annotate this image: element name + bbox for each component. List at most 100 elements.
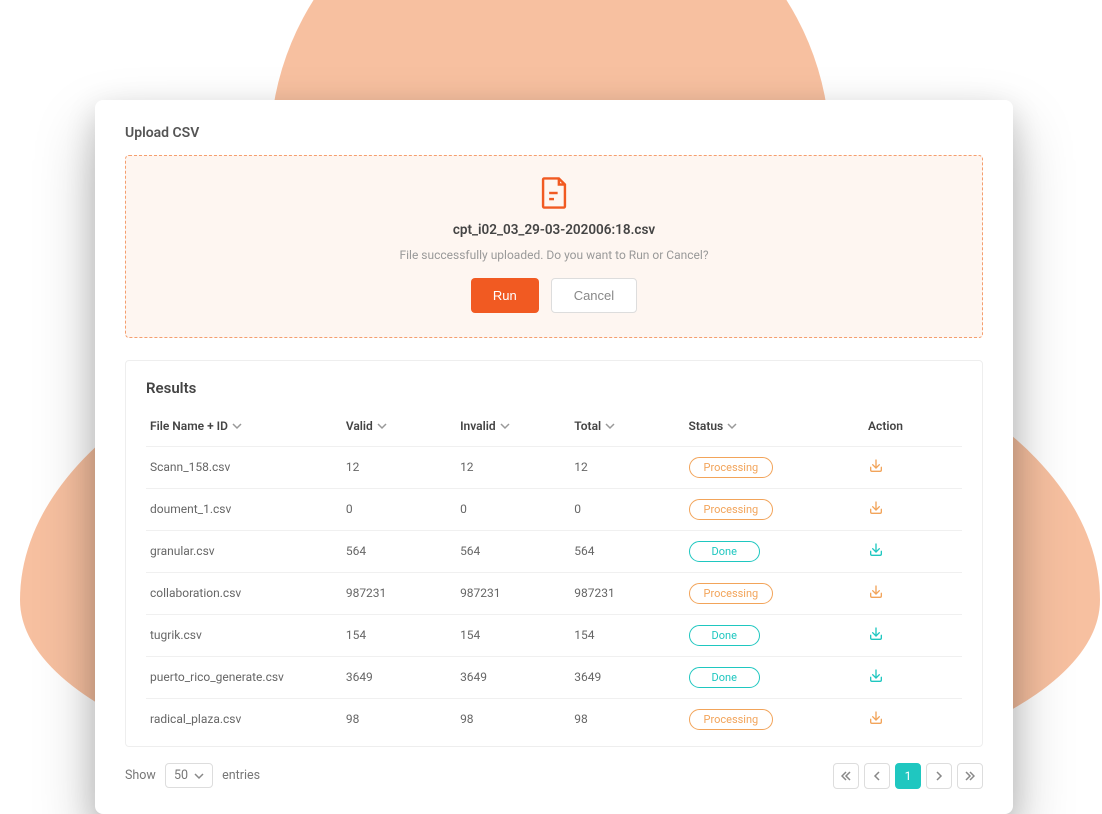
cell-valid: 564 [342, 530, 456, 572]
entries-label: entries [222, 768, 260, 783]
chevron-down-icon [605, 420, 615, 434]
col-invalid[interactable]: Invalid [456, 413, 570, 446]
download-icon[interactable] [868, 673, 884, 687]
main-card: Upload CSV cpt_i02_03_29-03-202006:18.cs… [95, 100, 1013, 814]
cell-action [864, 656, 962, 698]
status-badge: Processing [689, 499, 774, 520]
table-row: collaboration.csv987231987231987231Proce… [146, 572, 962, 614]
col-total[interactable]: Total [570, 413, 684, 446]
table-row: Scann_158.csv121212Processing [146, 446, 962, 488]
cell-filename: radical_plaza.csv [146, 698, 342, 740]
col-filename[interactable]: File Name + ID [146, 413, 342, 446]
status-badge: Processing [689, 457, 774, 478]
download-icon[interactable] [868, 505, 884, 519]
status-badge: Done [689, 667, 760, 688]
page-next-button[interactable] [926, 763, 952, 789]
results-title: Results [146, 379, 962, 397]
chevron-down-icon [232, 420, 242, 434]
cell-invalid: 3649 [456, 656, 570, 698]
page-prev-button[interactable] [864, 763, 890, 789]
cell-filename: collaboration.csv [146, 572, 342, 614]
table-row: radical_plaza.csv989898Processing [146, 698, 962, 740]
cell-status: Done [685, 614, 865, 656]
download-icon[interactable] [868, 547, 884, 561]
download-icon[interactable] [868, 463, 884, 477]
download-icon[interactable] [868, 631, 884, 645]
upload-message: File successfully uploaded. Do you want … [146, 248, 962, 262]
cell-status: Processing [685, 698, 865, 740]
cell-invalid: 98 [456, 698, 570, 740]
cell-valid: 12 [342, 446, 456, 488]
pagination: 1 [833, 763, 983, 789]
cell-status: Done [685, 530, 865, 572]
table-row: puerto_rico_generate.csv364936493649Done [146, 656, 962, 698]
cell-filename: puerto_rico_generate.csv [146, 656, 342, 698]
table-row: granular.csv564564564Done [146, 530, 962, 572]
cell-status: Processing [685, 488, 865, 530]
cell-total: 987231 [570, 572, 684, 614]
chevron-left-icon [872, 771, 882, 781]
uploaded-filename: cpt_i02_03_29-03-202006:18.csv [146, 222, 962, 238]
results-table: File Name + ID Valid Invalid Total Statu… [146, 413, 962, 740]
cell-total: 0 [570, 488, 684, 530]
cell-valid: 154 [342, 614, 456, 656]
cell-invalid: 987231 [456, 572, 570, 614]
page-size-select[interactable]: 50 [165, 763, 213, 788]
chevron-right-icon [934, 771, 944, 781]
cell-action [864, 446, 962, 488]
download-icon[interactable] [868, 715, 884, 729]
cell-action [864, 488, 962, 530]
run-button[interactable]: Run [471, 278, 539, 313]
cell-valid: 3649 [342, 656, 456, 698]
page-last-button[interactable] [957, 763, 983, 789]
cell-filename: tugrik.csv [146, 614, 342, 656]
cell-total: 98 [570, 698, 684, 740]
entries-control: Show 50 entries [125, 763, 260, 788]
upload-section-title: Upload CSV [125, 125, 983, 141]
cell-filename: doument_1.csv [146, 488, 342, 530]
download-icon[interactable] [868, 589, 884, 603]
chevron-down-icon [500, 420, 510, 434]
chevron-down-icon [727, 420, 737, 434]
cell-action [864, 572, 962, 614]
cell-filename: Scann_158.csv [146, 446, 342, 488]
results-panel: Results File Name + ID Valid Invalid Tot… [125, 360, 983, 747]
cell-total: 3649 [570, 656, 684, 698]
cell-status: Processing [685, 572, 865, 614]
chevrons-right-icon [965, 771, 975, 781]
chevrons-left-icon [841, 771, 851, 781]
cell-invalid: 154 [456, 614, 570, 656]
upload-dropzone[interactable]: cpt_i02_03_29-03-202006:18.csv File succ… [125, 155, 983, 338]
col-action: Action [864, 413, 962, 446]
show-label: Show [125, 768, 156, 783]
page-first-button[interactable] [833, 763, 859, 789]
status-badge: Processing [689, 583, 774, 604]
cell-action [864, 698, 962, 740]
page-number-button[interactable]: 1 [895, 763, 921, 789]
cell-invalid: 12 [456, 446, 570, 488]
status-badge: Done [689, 625, 760, 646]
cell-action [864, 530, 962, 572]
col-status[interactable]: Status [685, 413, 865, 446]
chevron-down-icon [377, 420, 387, 434]
status-badge: Processing [689, 709, 774, 730]
cell-total: 12 [570, 446, 684, 488]
cell-filename: granular.csv [146, 530, 342, 572]
file-icon [539, 176, 569, 210]
cell-invalid: 0 [456, 488, 570, 530]
cancel-button[interactable]: Cancel [551, 278, 637, 313]
cell-invalid: 564 [456, 530, 570, 572]
cell-status: Processing [685, 446, 865, 488]
cell-valid: 987231 [342, 572, 456, 614]
cell-action [864, 614, 962, 656]
cell-valid: 98 [342, 698, 456, 740]
cell-status: Done [685, 656, 865, 698]
chevron-down-icon [194, 771, 204, 781]
table-row: tugrik.csv154154154Done [146, 614, 962, 656]
status-badge: Done [689, 541, 760, 562]
cell-total: 154 [570, 614, 684, 656]
col-valid[interactable]: Valid [342, 413, 456, 446]
cell-valid: 0 [342, 488, 456, 530]
cell-total: 564 [570, 530, 684, 572]
table-row: doument_1.csv000Processing [146, 488, 962, 530]
